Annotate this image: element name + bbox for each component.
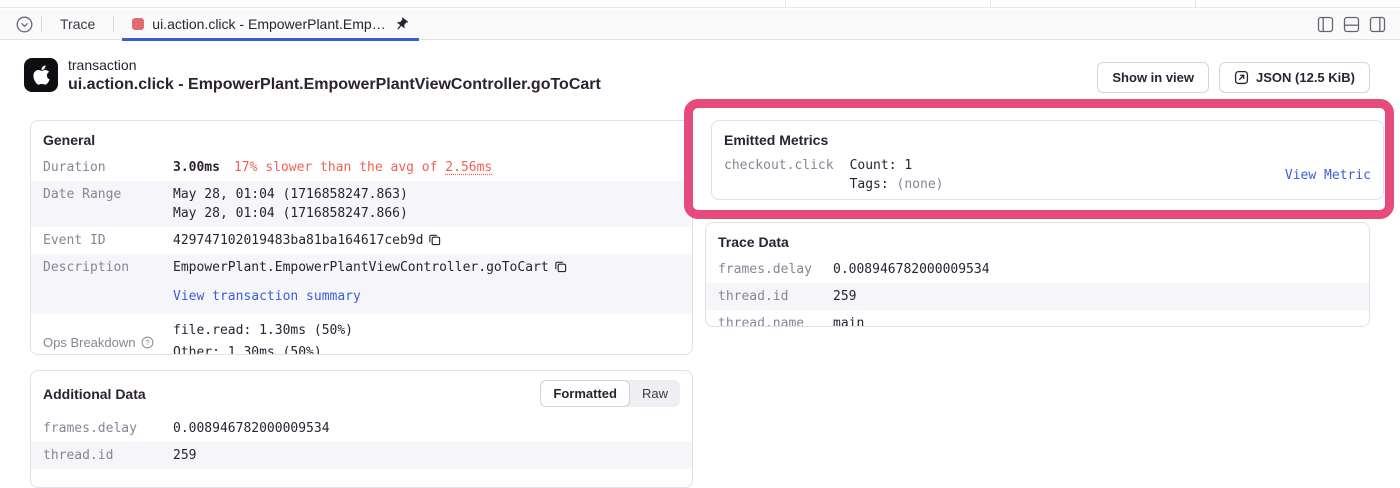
- emitted-metrics-section: Emitted Metrics checkout.click Count: 1 …: [711, 120, 1384, 200]
- platform-apple-icon: [24, 58, 58, 92]
- row-duration: Duration 3.00ms 17% slower than the avg o…: [31, 154, 692, 181]
- description-key: Description: [43, 258, 173, 306]
- duration-key: Duration: [43, 158, 173, 177]
- column-divider: [990, 0, 991, 8]
- toggle-raw-button[interactable]: Raw: [630, 380, 680, 407]
- column-divider: [1195, 0, 1196, 8]
- additional-data-title: Additional Data: [43, 386, 146, 402]
- row-value: 259: [173, 446, 196, 465]
- layout-left-icon: [1317, 16, 1334, 33]
- table-row: thread.id 259: [31, 442, 692, 469]
- tab-divider: [41, 16, 42, 32]
- copy-icon[interactable]: [554, 260, 567, 273]
- row-date-range: Date Range May 28, 01:04 (1716858247.863…: [31, 181, 692, 227]
- chevron-down-circle-icon: [16, 16, 33, 33]
- date-range-key: Date Range: [43, 185, 173, 223]
- general-title: General: [31, 121, 692, 154]
- row-value: main: [833, 314, 864, 327]
- format-toggle: Formatted Raw: [540, 380, 680, 407]
- duration-number: 3.00ms: [173, 160, 220, 175]
- event-type-label: transaction: [68, 57, 601, 73]
- metric-count: Count: 1: [850, 156, 944, 175]
- row-key: thread.id: [43, 446, 173, 465]
- help-icon[interactable]: ?: [141, 336, 154, 349]
- date-range-end: May 28, 01:04 (1716858247.866): [173, 204, 408, 223]
- row-key: frames.delay: [718, 260, 833, 279]
- toggle-formatted-button[interactable]: Formatted: [540, 380, 630, 407]
- column-divider: [785, 0, 786, 8]
- top-panel-edge: [0, 0, 1400, 8]
- description-text: EmpowerPlant.EmpowerPlantViewController.…: [173, 260, 549, 275]
- dock-bottom-button[interactable]: [1343, 16, 1360, 33]
- collapse-drawer-button[interactable]: [16, 16, 33, 33]
- layout-right-icon: [1369, 16, 1386, 33]
- row-key: frames.delay: [43, 419, 173, 438]
- layout-bottom-icon: [1343, 16, 1360, 33]
- ops-breakdown-label: Ops Breakdown: [43, 333, 136, 352]
- tab-divider: [113, 16, 114, 32]
- additional-data-section: Additional Data Formatted Raw frames.del…: [30, 370, 693, 488]
- trace-data-title: Trace Data: [706, 223, 1369, 256]
- ops-line-other: Other: 1.30ms (50%): [173, 342, 353, 355]
- page-title: ui.action.click - EmpowerPlant.EmpowerPl…: [68, 76, 601, 94]
- external-link-icon: [1234, 70, 1249, 85]
- row-value: 259: [833, 287, 856, 306]
- trace-data-section: Trace Data frames.delay 0.00894678200000…: [705, 222, 1370, 327]
- view-metric-link[interactable]: View Metric: [1285, 166, 1371, 185]
- json-button-label: JSON (12.5 KiB): [1256, 70, 1355, 85]
- dock-left-button[interactable]: [1317, 16, 1334, 33]
- metric-name: checkout.click: [724, 156, 834, 175]
- ops-line-file-read: file.read: 1.30ms (50%): [173, 320, 353, 342]
- row-value: 0.008946782000009534: [833, 260, 990, 279]
- duration-comparison: 17% slower than the avg of 2.56ms: [234, 160, 492, 175]
- row-event-id: Event ID 429747102019483ba81ba164617ceb9…: [31, 227, 692, 254]
- copy-icon[interactable]: [428, 233, 441, 246]
- ops-breakdown-key: Ops Breakdown ?: [43, 333, 173, 352]
- show-in-view-label: Show in view: [1112, 70, 1194, 85]
- event-id-value: 429747102019483ba81ba164617ceb9d: [173, 231, 441, 250]
- table-row: frames.delay 0.008946782000009534: [31, 415, 692, 442]
- drawer-tab-bar: Trace ui.action.click - EmpowerPlant.Emp…: [0, 9, 1400, 40]
- transaction-type-dot: [132, 18, 144, 30]
- event-id-key: Event ID: [43, 231, 173, 250]
- row-description: Description EmpowerPlant.EmpowerPlantVie…: [31, 254, 692, 314]
- svg-text:?: ?: [145, 338, 149, 347]
- json-download-button[interactable]: JSON (12.5 KiB): [1219, 62, 1370, 93]
- emitted-metrics-title: Emitted Metrics: [712, 121, 1383, 154]
- table-row: frames.delay 0.008946782000009534: [706, 256, 1369, 283]
- description-value: EmpowerPlant.EmpowerPlantViewController.…: [173, 258, 567, 306]
- tab-transaction-label: ui.action.click - EmpowerPlant.Emp…: [152, 16, 385, 32]
- metric-tags-value: (none): [897, 177, 944, 192]
- metric-details: Count: 1 Tags: (none): [850, 156, 944, 194]
- table-row: thread.name main: [706, 310, 1369, 327]
- date-range-start: May 28, 01:04 (1716858247.863): [173, 185, 408, 204]
- view-transaction-summary-link[interactable]: View transaction summary: [173, 287, 567, 306]
- row-key: thread.id: [718, 287, 833, 306]
- tab-trace[interactable]: Trace: [50, 9, 105, 40]
- tab-transaction[interactable]: ui.action.click - EmpowerPlant.Emp…: [122, 9, 418, 40]
- general-section: General Duration 3.00ms 17% slower than t…: [30, 120, 693, 355]
- metric-tags: Tags: (none): [850, 175, 944, 194]
- table-row: thread.id 259: [706, 283, 1369, 310]
- row-ops-breakdown: Ops Breakdown ? file.read: 1.30ms (50%) …: [31, 314, 692, 355]
- dock-right-button[interactable]: [1369, 16, 1386, 33]
- row-key: thread.name: [718, 314, 833, 327]
- ops-breakdown-value: file.read: 1.30ms (50%) Other: 1.30ms (5…: [173, 320, 353, 355]
- avg-duration[interactable]: 2.56ms: [445, 160, 492, 175]
- pin-icon[interactable]: [394, 17, 409, 32]
- show-in-view-button[interactable]: Show in view: [1097, 62, 1209, 93]
- duration-value: 3.00ms 17% slower than the avg of 2.56ms: [173, 158, 492, 177]
- metric-row: checkout.click Count: 1 Tags: (none) Vie…: [712, 154, 1383, 200]
- date-range-value: May 28, 01:04 (1716858247.863) May 28, 0…: [173, 185, 408, 223]
- row-value: 0.008946782000009534: [173, 419, 330, 438]
